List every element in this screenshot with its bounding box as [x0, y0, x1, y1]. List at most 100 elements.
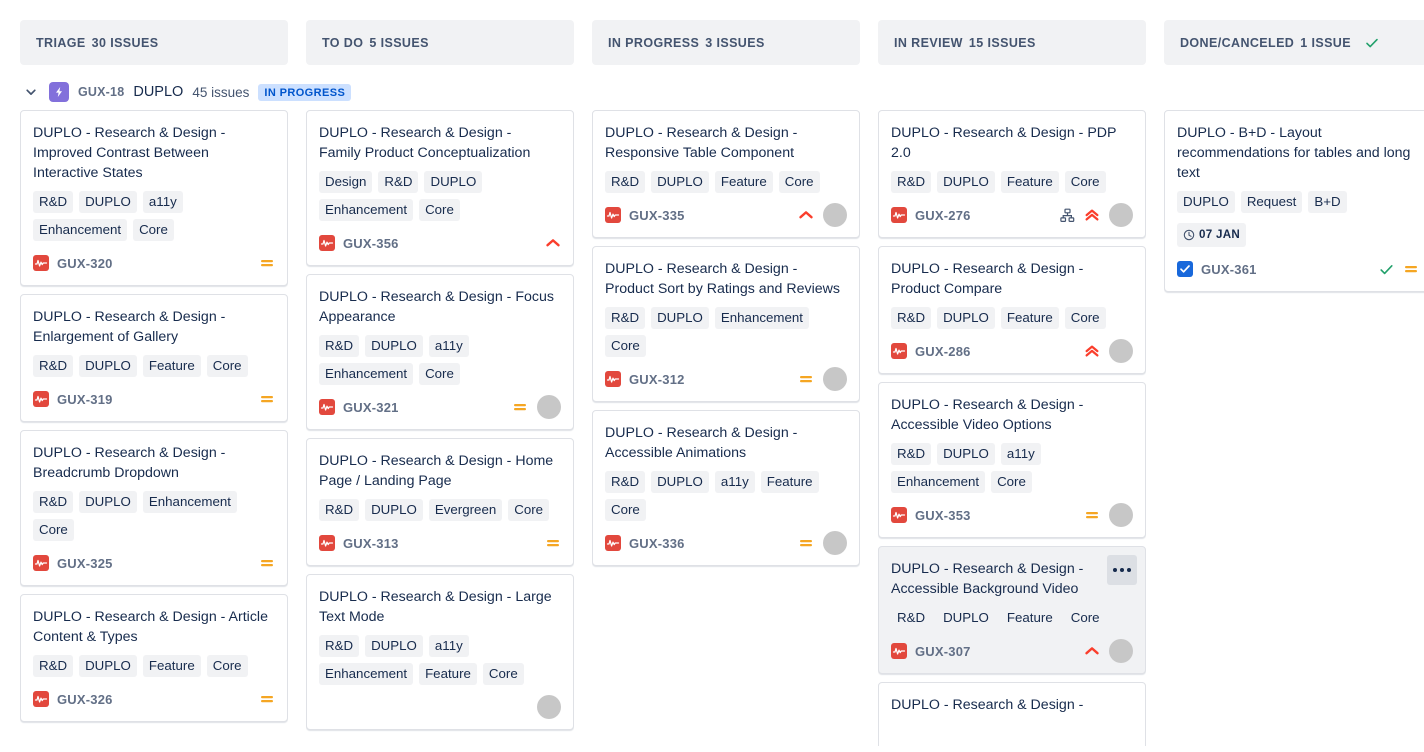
- column-header-done-canceled[interactable]: DONE/CANCELED 1 ISSUE: [1164, 20, 1424, 65]
- issue-label[interactable]: Design: [319, 171, 372, 193]
- issue-label[interactable]: R&D: [891, 443, 931, 465]
- issue-label[interactable]: Feature: [143, 355, 201, 377]
- issue-label[interactable]: R&D: [319, 335, 359, 357]
- issue-key[interactable]: GUX-361: [1201, 262, 1257, 277]
- issue-label[interactable]: Enhancement: [143, 491, 237, 513]
- issue-label[interactable]: Feature: [761, 471, 819, 493]
- priority-medium-icon[interactable]: [798, 535, 814, 551]
- epic-key[interactable]: GUX-18: [78, 85, 124, 99]
- priority-highest-icon[interactable]: [1084, 343, 1100, 359]
- issue-label[interactable]: Core: [991, 471, 1032, 493]
- column-header-in-progress[interactable]: IN PROGRESS 3 ISSUES: [592, 20, 860, 65]
- bug-issue-type-icon[interactable]: [319, 535, 335, 551]
- issue-label[interactable]: Feature: [1001, 307, 1059, 329]
- bug-issue-type-icon[interactable]: [605, 535, 621, 551]
- card-more-actions-button[interactable]: [1107, 555, 1137, 585]
- issue-label[interactable]: DUPLO: [651, 171, 709, 193]
- issue-label[interactable]: DUPLO: [937, 607, 995, 629]
- issue-label[interactable]: a11y: [429, 335, 469, 357]
- issue-card[interactable]: DUPLO - Research & Design - Responsive T…: [592, 110, 860, 238]
- issue-label[interactable]: DUPLO: [365, 635, 423, 657]
- issue-card[interactable]: DUPLO - Research & Design - Accessible A…: [592, 410, 860, 566]
- issue-label[interactable]: DUPLO: [365, 335, 423, 357]
- bug-issue-type-icon[interactable]: [33, 691, 49, 707]
- issue-label[interactable]: a11y: [429, 635, 469, 657]
- issue-key[interactable]: GUX-353: [915, 508, 971, 523]
- issue-key[interactable]: GUX-356: [343, 236, 399, 251]
- priority-medium-icon[interactable]: [1403, 261, 1419, 277]
- issue-key[interactable]: GUX-321: [343, 400, 399, 415]
- issue-card[interactable]: DUPLO - Research & Design - Home Page / …: [306, 438, 574, 566]
- assignee-avatar[interactable]: [823, 531, 847, 555]
- issue-label[interactable]: R&D: [605, 471, 645, 493]
- column-header-todo[interactable]: TO DO 5 ISSUES: [306, 20, 574, 65]
- issue-key[interactable]: GUX-325: [57, 556, 113, 571]
- issue-card[interactable]: DUPLO - Research & Design - Accessible B…: [878, 546, 1146, 674]
- issue-key[interactable]: GUX-313: [343, 536, 399, 551]
- issue-card[interactable]: DUPLO - Research & Design - PDP 2.0R&DDU…: [878, 110, 1146, 238]
- task-issue-type-icon[interactable]: [1177, 261, 1193, 277]
- bug-issue-type-icon[interactable]: [891, 207, 907, 223]
- assignee-avatar[interactable]: [537, 695, 561, 719]
- bug-issue-type-icon[interactable]: [319, 235, 335, 251]
- issue-label[interactable]: Core: [508, 499, 549, 521]
- issue-label[interactable]: DUPLO: [79, 355, 137, 377]
- issue-label[interactable]: Enhancement: [319, 363, 413, 385]
- epic-swimlane-row[interactable]: GUX-18 DUPLO 45 issues IN PROGRESS: [0, 74, 1424, 110]
- issue-card[interactable]: DUPLO - Research & Design - Large Text M…: [306, 574, 574, 730]
- issue-label[interactable]: DUPLO: [937, 443, 995, 465]
- issue-label[interactable]: Feature: [1001, 607, 1059, 629]
- issue-label[interactable]: DUPLO: [1177, 191, 1235, 213]
- issue-label[interactable]: R&D: [319, 635, 359, 657]
- issue-key[interactable]: GUX-336: [629, 536, 685, 551]
- issue-key[interactable]: GUX-286: [915, 344, 971, 359]
- bug-issue-type-icon[interactable]: [605, 371, 621, 387]
- issue-label[interactable]: Request: [1241, 191, 1303, 213]
- issue-label[interactable]: R&D: [891, 171, 931, 193]
- issue-label[interactable]: Core: [483, 663, 524, 685]
- issue-label[interactable]: Enhancement: [715, 307, 809, 329]
- issue-card[interactable]: DUPLO - Research & Design - Product Comp…: [878, 246, 1146, 374]
- issue-label[interactable]: DUPLO: [651, 471, 709, 493]
- priority-medium-icon[interactable]: [1084, 507, 1100, 523]
- issue-label[interactable]: Enhancement: [319, 663, 413, 685]
- bug-issue-type-icon[interactable]: [891, 507, 907, 523]
- issue-label[interactable]: Evergreen: [429, 499, 502, 521]
- assignee-avatar[interactable]: [823, 203, 847, 227]
- issue-label[interactable]: DUPLO: [365, 499, 423, 521]
- issue-label[interactable]: Enhancement: [891, 471, 985, 493]
- priority-medium-icon[interactable]: [545, 535, 561, 551]
- issue-label[interactable]: Enhancement: [33, 219, 127, 241]
- issue-label[interactable]: R&D: [33, 191, 73, 213]
- issue-label[interactable]: Core: [605, 335, 646, 357]
- issue-label[interactable]: Core: [33, 519, 74, 541]
- issue-label[interactable]: Core: [779, 171, 820, 193]
- issue-card[interactable]: DUPLO - Research & Design - Focus Appear…: [306, 274, 574, 430]
- assignee-avatar[interactable]: [1109, 339, 1133, 363]
- issue-key[interactable]: GUX-326: [57, 692, 113, 707]
- issue-label[interactable]: Core: [207, 655, 248, 677]
- priority-medium-icon[interactable]: [259, 391, 275, 407]
- issue-label[interactable]: Core: [207, 355, 248, 377]
- priority-medium-icon[interactable]: [512, 399, 528, 415]
- issue-label[interactable]: DUPLO: [424, 171, 482, 193]
- issue-card[interactable]: DUPLO - Research & Design - Enlargement …: [20, 294, 288, 422]
- issue-card[interactable]: DUPLO - Research & Design -: [878, 682, 1146, 746]
- issue-label[interactable]: DUPLO: [937, 307, 995, 329]
- issue-card[interactable]: DUPLO - B+D - Layout recommendations for…: [1164, 110, 1424, 292]
- issue-label[interactable]: Core: [605, 499, 646, 521]
- issue-label[interactable]: R&D: [605, 171, 645, 193]
- priority-medium-icon[interactable]: [798, 371, 814, 387]
- issue-label[interactable]: Feature: [1001, 171, 1059, 193]
- issue-label[interactable]: B+D: [1308, 191, 1346, 213]
- column-header-triage[interactable]: TRIAGE 30 ISSUES: [20, 20, 288, 65]
- issue-label[interactable]: DUPLO: [79, 655, 137, 677]
- priority-high-icon[interactable]: [545, 235, 561, 251]
- issue-label[interactable]: Core: [133, 219, 174, 241]
- issue-label[interactable]: R&D: [33, 355, 73, 377]
- issue-label[interactable]: Core: [419, 363, 460, 385]
- issue-label[interactable]: a11y: [143, 191, 183, 213]
- priority-medium-icon[interactable]: [259, 691, 275, 707]
- issue-key[interactable]: GUX-307: [915, 644, 971, 659]
- bug-issue-type-icon[interactable]: [891, 343, 907, 359]
